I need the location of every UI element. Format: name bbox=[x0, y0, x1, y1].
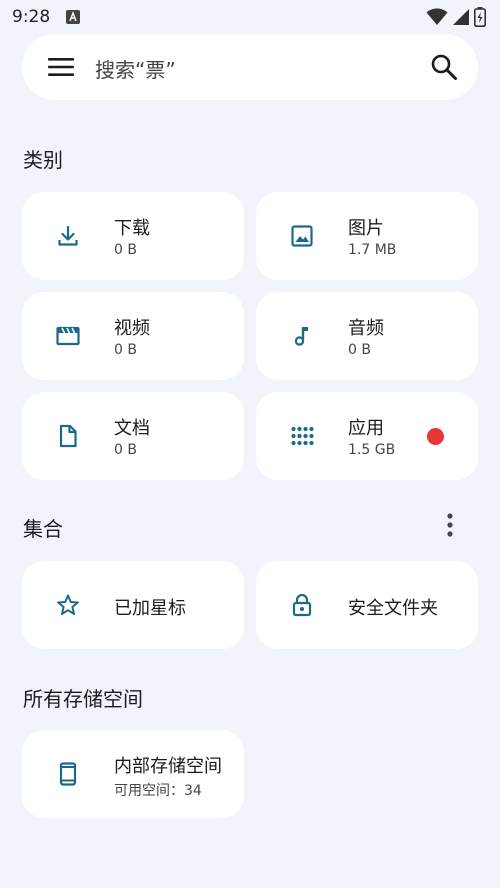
phone-icon bbox=[56, 762, 80, 786]
battery-icon bbox=[474, 7, 486, 27]
status-bar: 9:28 bbox=[0, 0, 500, 34]
category-apps[interactable]: 应用 1.5 GB bbox=[256, 392, 478, 480]
category-size: 1.7 MB bbox=[348, 242, 397, 258]
music-note-icon bbox=[290, 324, 314, 348]
collection-title: 已加星标 bbox=[114, 598, 186, 619]
notification-badge bbox=[427, 428, 444, 445]
search-input[interactable]: 搜索“票” bbox=[95, 54, 176, 83]
menu-icon[interactable] bbox=[48, 56, 74, 78]
category-title: 视频 bbox=[114, 318, 150, 339]
category-title: 应用 bbox=[348, 418, 384, 439]
app-notification-icon bbox=[66, 10, 81, 24]
section-title-storage: 所有存储空间 bbox=[23, 687, 143, 711]
collection-starred[interactable]: 已加星标 bbox=[22, 561, 244, 649]
category-documents[interactable]: 文档 0 B bbox=[22, 392, 244, 480]
star-icon bbox=[56, 593, 80, 617]
cellular-signal-icon bbox=[452, 8, 470, 26]
document-icon bbox=[56, 424, 80, 448]
download-icon bbox=[56, 224, 80, 248]
search-bar[interactable]: 搜索“票” bbox=[22, 34, 478, 100]
more-options-icon[interactable] bbox=[440, 512, 460, 540]
category-images[interactable]: 图片 1.7 MB bbox=[256, 192, 478, 280]
category-size: 0 B bbox=[114, 342, 137, 358]
video-clapper-icon bbox=[56, 324, 80, 348]
category-title: 音频 bbox=[348, 318, 384, 339]
category-size: 0 B bbox=[348, 342, 371, 358]
image-icon bbox=[290, 224, 314, 248]
lock-icon bbox=[290, 593, 314, 617]
category-audio[interactable]: 音频 0 B bbox=[256, 292, 478, 380]
storage-internal[interactable]: 内部存储空间 可用空间：34 bbox=[22, 730, 244, 818]
storage-free-space: 可用空间：34 bbox=[114, 783, 202, 799]
search-icon[interactable] bbox=[430, 53, 458, 81]
section-title-categories: 类别 bbox=[23, 148, 63, 172]
status-time: 9:28 bbox=[12, 7, 51, 27]
category-downloads[interactable]: 下载 0 B bbox=[22, 192, 244, 280]
collection-safe-folder[interactable]: 安全文件夹 bbox=[256, 561, 478, 649]
category-size: 1.5 GB bbox=[348, 442, 396, 458]
section-title-collections: 集合 bbox=[23, 517, 63, 541]
category-size: 0 B bbox=[114, 242, 137, 258]
category-title: 下载 bbox=[114, 218, 150, 239]
category-size: 0 B bbox=[114, 442, 137, 458]
storage-title: 内部存储空间 bbox=[114, 756, 222, 777]
category-title: 图片 bbox=[348, 218, 384, 239]
category-videos[interactable]: 视频 0 B bbox=[22, 292, 244, 380]
apps-grid-icon bbox=[290, 424, 314, 448]
collection-title: 安全文件夹 bbox=[348, 598, 438, 619]
category-title: 文档 bbox=[114, 418, 150, 439]
wifi-icon bbox=[426, 8, 448, 26]
